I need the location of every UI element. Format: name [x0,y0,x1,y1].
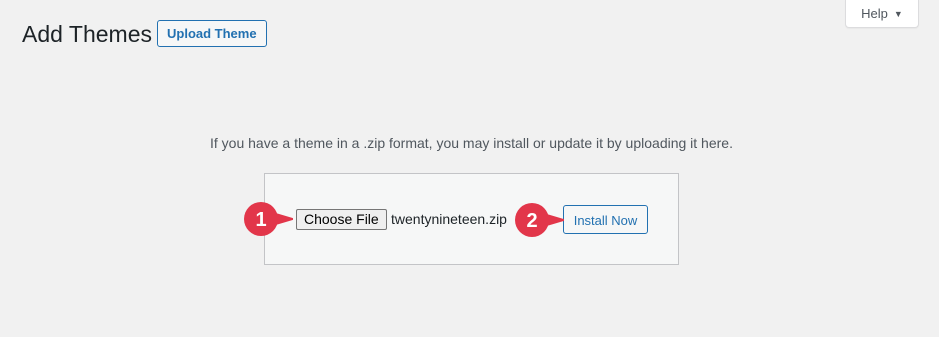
step-badge-icon: 1 [244,202,293,236]
selected-file-name: twentynineteen.zip [391,211,507,227]
triangle-down-icon: ▼ [893,8,903,19]
choose-file-button[interactable]: Choose File [296,209,387,230]
upload-theme-button[interactable]: Upload Theme [157,20,267,47]
help-tab-label: Help [861,6,888,21]
step-marker-2: 2 [514,202,564,238]
step-marker-1: 1 [243,201,293,237]
page-title: Add Themes [22,21,152,47]
help-tab[interactable]: Help ▼ [845,0,919,28]
upload-instructions: If you have a theme in a .zip format, yo… [210,135,733,151]
install-now-button[interactable]: Install Now [563,205,648,234]
step-badge-icon: 2 [515,203,564,237]
step-number-label: 1 [255,209,266,231]
step-number-label: 2 [526,210,537,232]
